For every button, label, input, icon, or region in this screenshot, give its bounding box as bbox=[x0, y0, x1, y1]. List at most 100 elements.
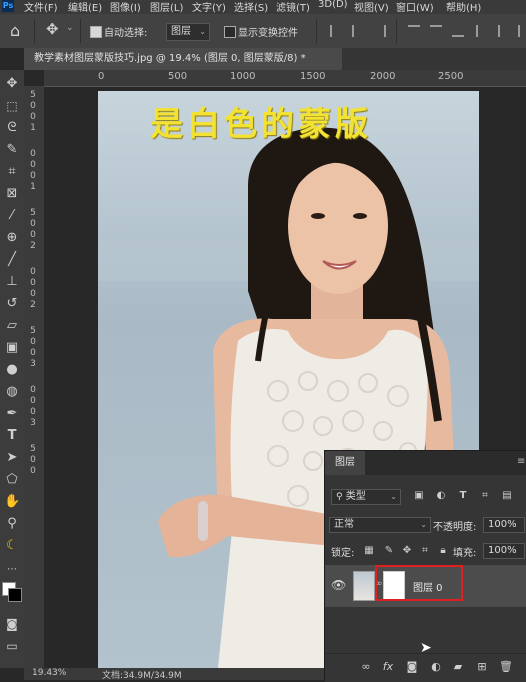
show-transform-checkbox[interactable] bbox=[224, 26, 236, 38]
layer-filter-row: ⚲ 类型 ⌄ ▣ ◐ T ⌗ ▤ bbox=[325, 489, 526, 507]
ruler-tick-label: 0 bbox=[30, 278, 36, 288]
edit-toolbar-icon[interactable]: ⋯ bbox=[4, 562, 20, 578]
banana-icon[interactable]: ☾ bbox=[4, 538, 20, 554]
move-tool-icon[interactable]: ✥ bbox=[4, 76, 20, 92]
ruler-tick-label: 0 bbox=[30, 466, 36, 476]
lock-position-icon[interactable]: ✥ bbox=[401, 545, 413, 557]
marquee-tool-icon[interactable]: ⬚ bbox=[4, 98, 20, 114]
opacity-value: 100% bbox=[488, 519, 517, 530]
menu-edit[interactable]: 编辑(E) bbox=[68, 0, 102, 14]
tab-layers[interactable]: 图层 bbox=[325, 451, 365, 475]
document-info[interactable]: 文档:34.9M/34.9M bbox=[102, 668, 182, 681]
path-select-tool-icon[interactable]: ➤ bbox=[4, 450, 20, 466]
align-bottom-icon[interactable] bbox=[452, 25, 464, 37]
move-tool-icon[interactable]: ✥ bbox=[46, 20, 59, 38]
auto-select-checkbox[interactable] bbox=[90, 26, 102, 38]
screen-mode-icon[interactable]: ▭ bbox=[4, 638, 20, 654]
ruler-tick-label: 0 bbox=[30, 455, 36, 465]
type-tool-icon[interactable]: T bbox=[4, 428, 20, 444]
menu-window[interactable]: 窗口(W) bbox=[396, 0, 434, 14]
ruler-tick-label: 0 bbox=[30, 337, 36, 347]
show-transform-label: 显示变换控件 bbox=[238, 28, 298, 39]
search-icon: ⚲ bbox=[336, 492, 343, 502]
panel-menu-icon[interactable]: ≡ bbox=[517, 456, 525, 467]
layer-row[interactable]: 👁︎ ∞ 图层 0 bbox=[325, 565, 526, 607]
clone-stamp-tool-icon[interactable]: ⊥ bbox=[4, 274, 20, 290]
align-vcenter-icon[interactable] bbox=[430, 25, 442, 37]
new-layer-icon[interactable]: ⊞ bbox=[475, 660, 489, 674]
eye-icon[interactable]: 👁︎ bbox=[331, 578, 346, 592]
chevron-down-icon: ⌄ bbox=[390, 492, 397, 501]
menu-view[interactable]: 视图(V) bbox=[354, 0, 389, 14]
add-mask-icon[interactable]: ◙ bbox=[405, 660, 419, 674]
quick-select-tool-icon[interactable]: ✎ bbox=[4, 142, 20, 158]
shape-filter-icon[interactable]: ⌗ bbox=[479, 490, 491, 502]
home-icon[interactable]: ⌂ bbox=[10, 21, 20, 40]
menu-select[interactable]: 选择(S) bbox=[234, 0, 268, 14]
lock-all-icon[interactable]: 🔒︎ bbox=[437, 545, 449, 557]
hand-tool-icon[interactable]: ✋ bbox=[4, 494, 20, 510]
healing-brush-tool-icon[interactable]: ⊕ bbox=[4, 230, 20, 246]
lock-transparent-icon[interactable]: ▦ bbox=[363, 545, 375, 557]
menu-filter[interactable]: 滤镜(T) bbox=[276, 0, 310, 14]
tools-panel: ✥ ⬚ ᘓ ✎ ⌗ ⊠ ⁄ ⊕ ╱ ⊥ ↺ ▱ ▣ ● ◍ ✒ T ➤ ⬠ ✋ … bbox=[0, 70, 25, 668]
align-top-icon[interactable] bbox=[408, 25, 420, 37]
chevron-down-icon[interactable]: ⌄ bbox=[66, 23, 74, 33]
distribute-icon[interactable] bbox=[476, 25, 488, 37]
pixel-filter-icon[interactable]: ▣ bbox=[413, 490, 425, 502]
lock-artboard-icon[interactable]: ⌗ bbox=[419, 545, 431, 557]
blur-tool-icon[interactable]: ● bbox=[4, 362, 20, 378]
lock-image-icon[interactable]: ✎ bbox=[383, 545, 395, 557]
ruler-tick-label: 3 bbox=[30, 359, 36, 369]
quick-mask-icon[interactable]: ◙ bbox=[4, 616, 20, 632]
frame-tool-icon[interactable]: ⊠ bbox=[4, 186, 20, 202]
lock-row: 锁定: ▦ ✎ ✥ ⌗ 🔒︎ 填充: 100% bbox=[325, 543, 526, 561]
fill-label: 填充: bbox=[453, 548, 477, 559]
eyedropper-tool-icon[interactable]: ⁄ bbox=[4, 208, 20, 224]
zoom-level[interactable]: 19.43% bbox=[32, 668, 66, 678]
layer-thumbnail[interactable] bbox=[353, 571, 375, 601]
auto-select-dropdown[interactable]: 图层 ⌄ bbox=[166, 23, 210, 41]
pen-tool-icon[interactable]: ✒ bbox=[4, 406, 20, 422]
menu-layer[interactable]: 图层(L) bbox=[150, 0, 183, 14]
adjustment-filter-icon[interactable]: ◐ bbox=[435, 490, 447, 502]
dodge-tool-icon[interactable]: ◍ bbox=[4, 384, 20, 400]
separator bbox=[34, 19, 35, 43]
ruler-tick-label: 0 bbox=[30, 407, 36, 417]
brush-tool-icon[interactable]: ╱ bbox=[4, 252, 20, 268]
gradient-tool-icon[interactable]: ▣ bbox=[4, 340, 20, 356]
align-left-icon[interactable] bbox=[330, 25, 342, 37]
blend-mode-dropdown[interactable]: 正常 ⌄ bbox=[329, 517, 431, 533]
menu-image[interactable]: 图像(I) bbox=[110, 0, 141, 14]
chevron-down-icon: ⌄ bbox=[199, 27, 206, 36]
background-color-swatch[interactable] bbox=[8, 588, 22, 602]
menu-3d[interactable]: 3D(D) bbox=[318, 0, 348, 10]
smart-object-filter-icon[interactable]: ▤ bbox=[501, 490, 513, 502]
fx-icon[interactable]: fx bbox=[381, 660, 395, 674]
history-brush-tool-icon[interactable]: ↺ bbox=[4, 296, 20, 312]
distribute-icon[interactable] bbox=[498, 25, 510, 37]
menu-help[interactable]: 帮助(H) bbox=[446, 0, 481, 14]
adjustment-layer-icon[interactable]: ◐ bbox=[429, 660, 443, 674]
ruler-tick-label: 0 bbox=[30, 289, 36, 299]
group-folder-icon[interactable]: ▰ bbox=[451, 660, 465, 674]
layer-filter-dropdown[interactable]: ⚲ 类型 ⌄ bbox=[331, 489, 401, 505]
fill-input[interactable]: 100% bbox=[483, 543, 525, 559]
menu-file[interactable]: 文件(F) bbox=[24, 0, 58, 14]
zoom-tool-icon[interactable]: ⚲ bbox=[4, 516, 20, 532]
ruler-tick-label: 0 bbox=[30, 149, 36, 159]
distribute-icon[interactable] bbox=[518, 25, 526, 37]
shape-tool-icon[interactable]: ⬠ bbox=[4, 472, 20, 488]
type-filter-icon[interactable]: T bbox=[457, 490, 469, 502]
menu-type[interactable]: 文字(Y) bbox=[192, 0, 226, 14]
link-layers-icon[interactable]: ∞ bbox=[359, 660, 373, 674]
trash-icon[interactable]: 🗑︎ bbox=[499, 660, 513, 674]
lasso-tool-icon[interactable]: ᘓ bbox=[4, 120, 20, 136]
horizontal-ruler: 0 500 1000 1500 2000 2500 bbox=[44, 70, 526, 87]
align-hcenter-icon[interactable] bbox=[352, 25, 364, 37]
eraser-tool-icon[interactable]: ▱ bbox=[4, 318, 20, 334]
crop-tool-icon[interactable]: ⌗ bbox=[4, 164, 20, 180]
opacity-input[interactable]: 100% bbox=[483, 517, 525, 533]
document-tab[interactable]: 教学素材图层蒙版技巧.jpg @ 19.4% (图层 0, 图层蒙版/8) * bbox=[24, 48, 342, 70]
align-right-icon[interactable] bbox=[374, 25, 386, 37]
